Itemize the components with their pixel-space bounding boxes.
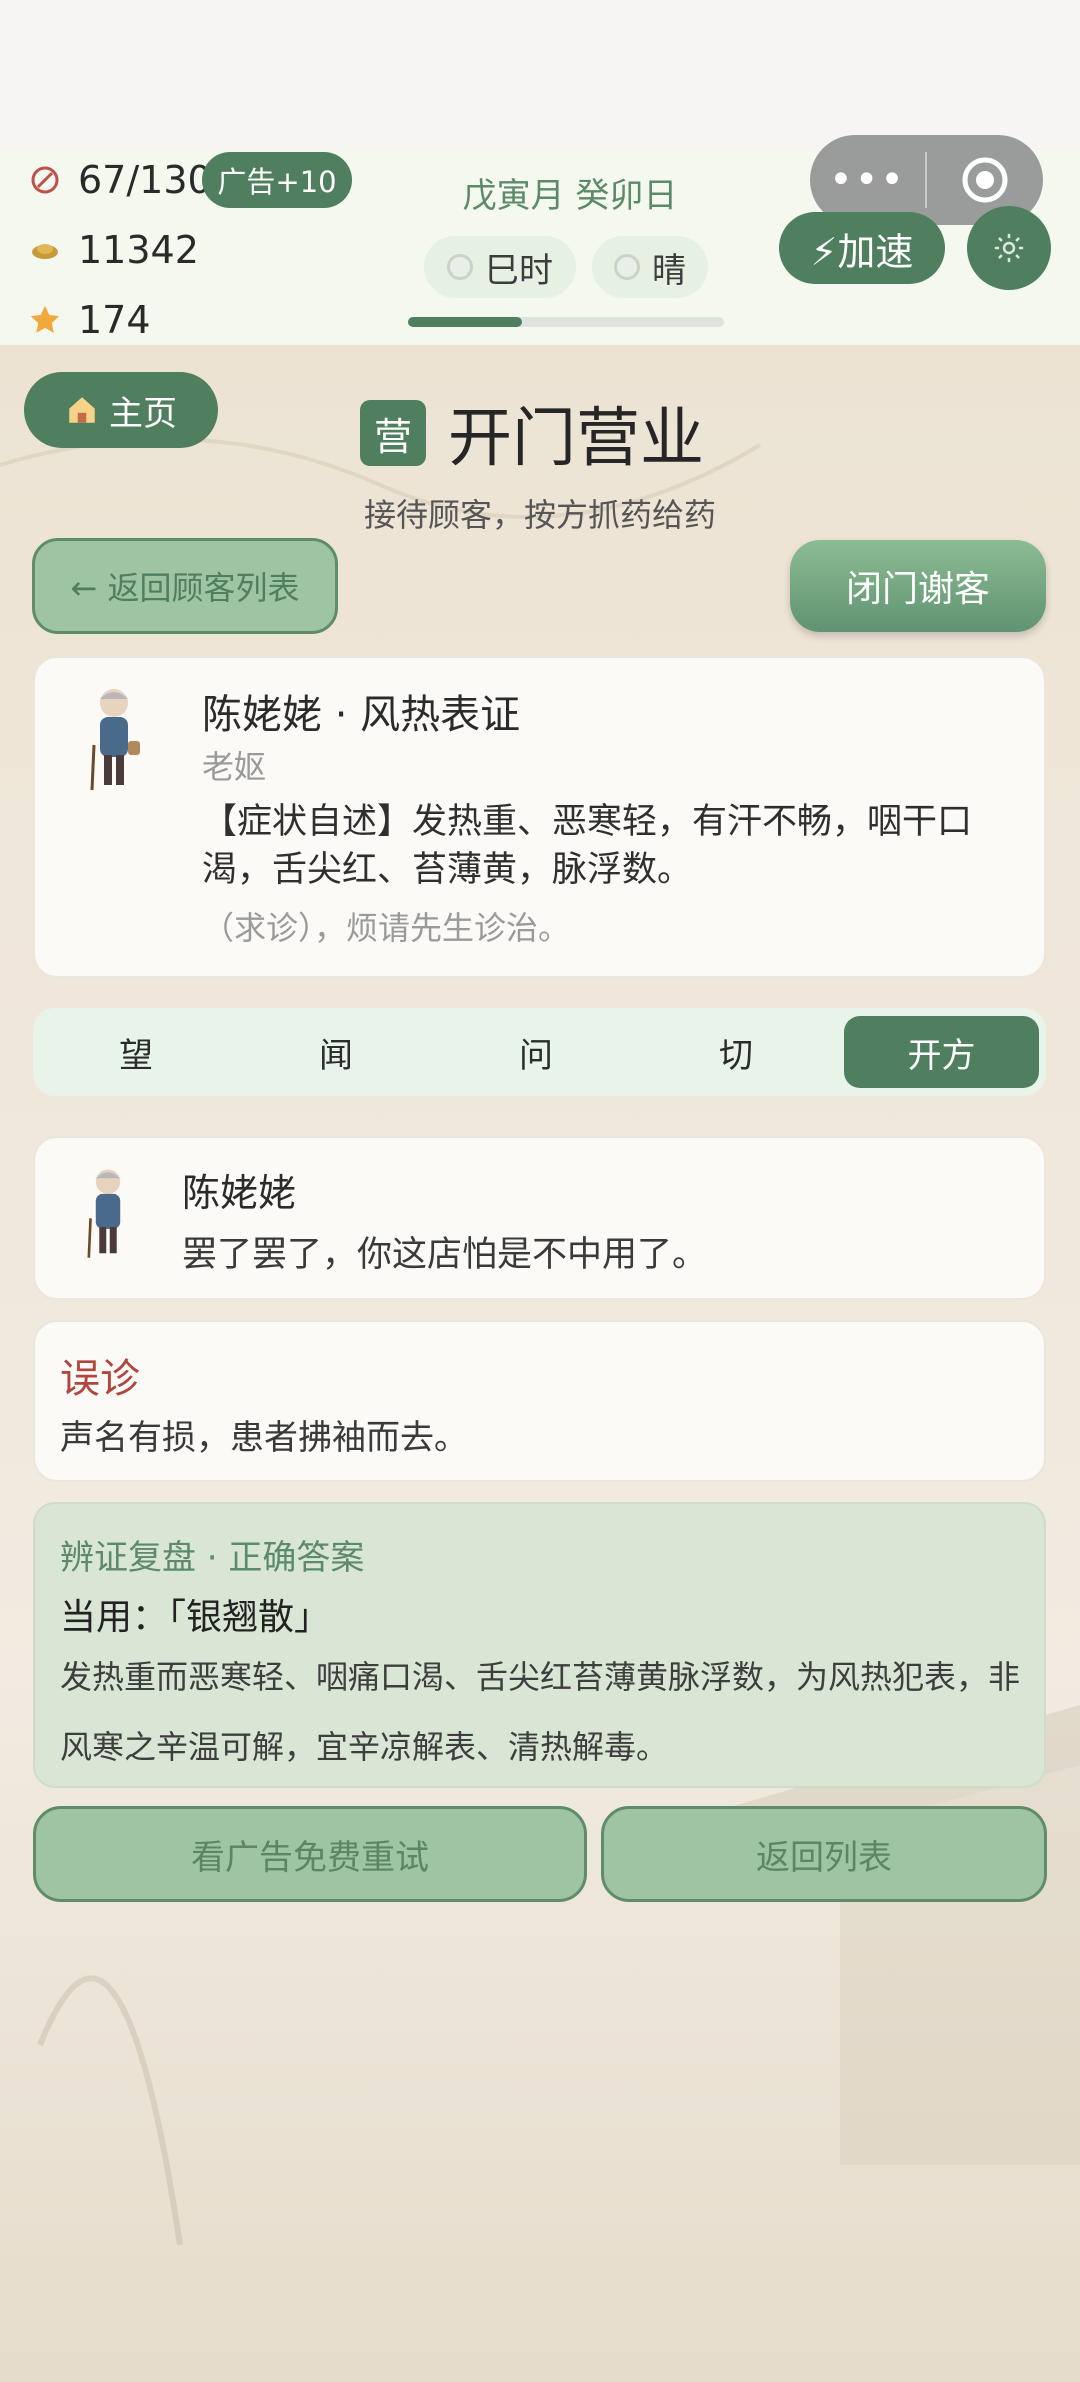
coins-value: 11342 xyxy=(78,228,199,272)
system-top-area xyxy=(0,0,1080,150)
tab-listen-smell[interactable]: 闻 xyxy=(236,1016,436,1088)
home-label: 主页 xyxy=(109,393,177,434)
review-title: 辨证复盘 · 正确答案 xyxy=(60,1538,365,1578)
page-title: 开门营业 xyxy=(448,402,704,476)
clock-icon xyxy=(447,254,473,280)
tab-pulse[interactable]: 切 xyxy=(636,1016,836,1088)
more-dots-icon: ••• xyxy=(829,157,906,203)
gear-icon xyxy=(994,233,1024,263)
dialog-text: 罢了罢了，你这店怕是不中用了。 xyxy=(182,1235,708,1275)
coin-icon xyxy=(28,233,62,267)
result-text: 声名有损，患者拂袖而去。 xyxy=(60,1418,468,1458)
request-text: （求诊），烦请先生诊治。 xyxy=(202,909,571,947)
patient-role: 老妪 xyxy=(202,748,267,786)
stamina-value: 67/130 xyxy=(78,158,212,202)
time-of-day-label: 巳时 xyxy=(485,250,553,291)
patient-avatar xyxy=(82,685,146,795)
title-badge: 营 xyxy=(360,400,426,466)
stamina-icon xyxy=(28,163,62,197)
settings-button[interactable] xyxy=(967,206,1051,290)
target-close-icon xyxy=(962,157,1007,203)
day-progress-fill xyxy=(408,317,522,327)
sun-icon xyxy=(614,254,640,280)
day-progress-bar xyxy=(408,317,724,327)
weather-pill: 晴 xyxy=(592,236,708,298)
review-explanation: 发热重而恶寒轻、咽痛口渴、舌尖红苔薄黄脉浮数，为风热犯表，非风寒之辛温可解，宜辛… xyxy=(60,1658,1021,1766)
speaker-name: 陈姥姥 xyxy=(182,1171,297,1215)
page-subtitle: 接待顾客，按方抓药给药 xyxy=(363,496,716,534)
speedup-button[interactable]: ⚡加速 xyxy=(779,212,945,284)
back-to-list-button[interactable]: 返回列表 xyxy=(601,1806,1047,1902)
stamina-stat: 67/130 xyxy=(28,152,212,208)
back-to-customer-list-button[interactable]: ← 返回顾客列表 xyxy=(32,538,338,634)
tab-ask[interactable]: 问 xyxy=(436,1016,636,1088)
watch-ad-retry-button[interactable]: 看广告免费重试 xyxy=(33,1806,587,1902)
weather-label: 晴 xyxy=(652,250,686,291)
stars-value: 174 xyxy=(78,298,151,342)
symptoms-text: 【症状自述】发热重、恶寒轻，有汗不畅，咽干口渴，舌尖红、苔薄黄，脉浮数。 xyxy=(202,802,973,890)
stars-stat: 174 xyxy=(28,292,151,348)
tab-prescribe[interactable]: 开方 xyxy=(844,1016,1039,1088)
page-header: 营 开门营业 xyxy=(360,388,704,478)
correct-answer: 当用：「银翘散」 xyxy=(60,1597,331,1638)
star-icon xyxy=(28,303,62,337)
home-icon xyxy=(65,393,99,427)
coins-stat: 11342 xyxy=(28,222,199,278)
tab-look[interactable]: 望 xyxy=(36,1016,236,1088)
patient-name: 陈姥姥 · 风热表证 xyxy=(202,692,521,738)
speaker-avatar xyxy=(80,1166,136,1262)
time-of-day-pill: 巳时 xyxy=(424,236,576,298)
result-title: 误诊 xyxy=(60,1356,140,1402)
close-shop-button[interactable]: 闭门谢客 xyxy=(790,540,1046,632)
game-date: 戊寅月 癸卯日 xyxy=(462,176,678,216)
ad-bonus-button[interactable]: 广告+10 xyxy=(202,152,352,208)
home-button[interactable]: 主页 xyxy=(24,372,218,448)
